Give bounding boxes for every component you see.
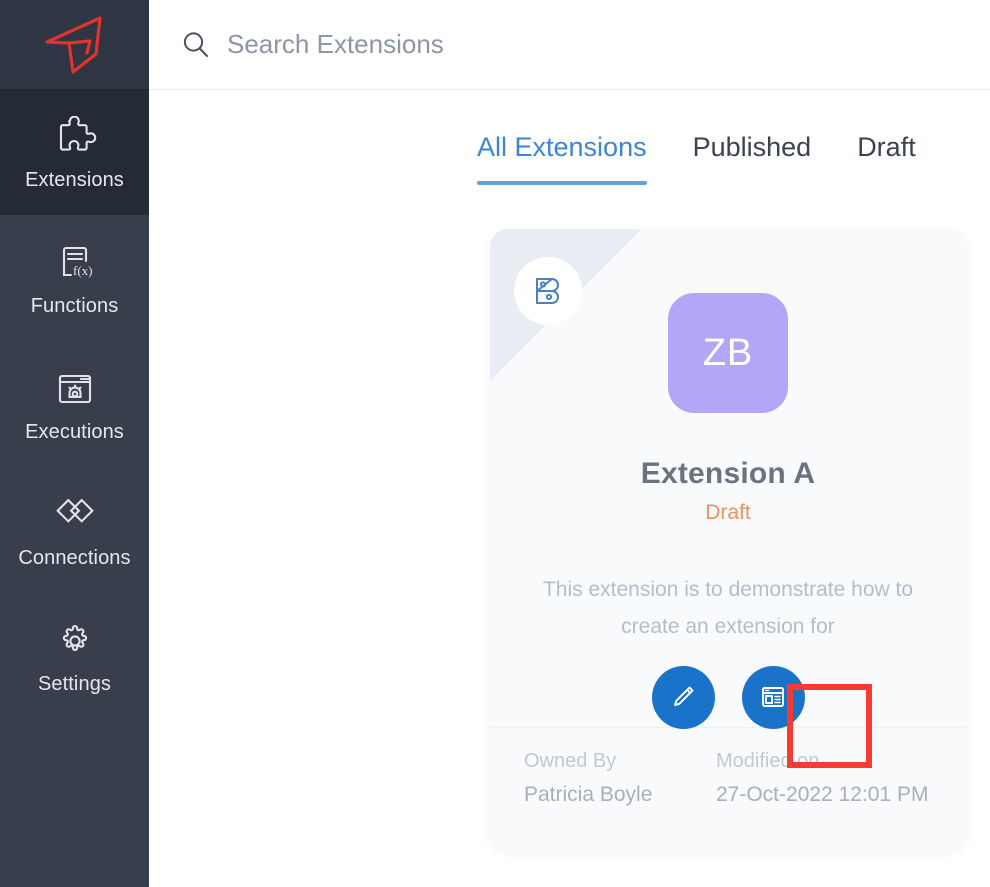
owner-label: Owned By <box>524 750 704 773</box>
sidebar-item-extensions[interactable]: Extensions <box>0 89 149 215</box>
svg-text:f(x): f(x) <box>73 263 93 278</box>
search-icon[interactable] <box>179 28 213 62</box>
owner-block: Owned By Patricia Boyle <box>524 750 704 851</box>
card-footer: Owned By Patricia Boyle Modified on 27-O… <box>490 727 966 851</box>
modified-block: Modified on 27-Oct-2022 12:01 PM <box>716 750 928 851</box>
extension-tabs: All Extensions Published Draft <box>149 90 990 185</box>
extension-description: This extension is to demonstrate how to … <box>535 571 921 646</box>
search-input[interactable] <box>227 29 747 60</box>
tab-all-extensions[interactable]: All Extensions <box>477 132 647 185</box>
gear-icon <box>52 618 98 664</box>
app-root: Extensions f(x) Functions <box>0 0 990 887</box>
extension-card-grid: ZB Extension A Draft This extension is t… <box>149 185 990 887</box>
modified-value: 27-Oct-2022 12:01 PM <box>716 783 928 807</box>
search-bar <box>149 0 990 90</box>
sidebar-item-label: Settings <box>38 674 111 694</box>
sidebar-item-label: Functions <box>31 296 119 316</box>
extension-card[interactable]: ZB Extension A Draft This extension is t… <box>490 229 966 851</box>
edit-button[interactable] <box>652 666 715 729</box>
sidebar-item-label: Connections <box>18 548 130 568</box>
sidebar-item-label: Extensions <box>25 170 124 190</box>
sidebar-item-settings[interactable]: Settings <box>0 593 149 719</box>
tab-label: Draft <box>857 132 916 162</box>
main-content: All Extensions Published Draft <box>149 0 990 887</box>
details-button[interactable] <box>742 666 805 729</box>
app-logo[interactable] <box>0 0 149 89</box>
linked-diamonds-icon <box>52 492 98 538</box>
tab-label: Published <box>693 132 812 162</box>
status-badge: Draft <box>705 501 751 525</box>
window-gear-icon <box>52 366 98 412</box>
puzzle-piece-icon <box>52 114 98 160</box>
sidebar-item-executions[interactable]: Executions <box>0 341 149 467</box>
tab-label: All Extensions <box>477 132 647 162</box>
sidebar-item-connections[interactable]: Connections <box>0 467 149 593</box>
card-actions <box>652 666 805 729</box>
tab-published[interactable]: Published <box>693 132 812 185</box>
sidebar: Extensions f(x) Functions <box>0 0 149 887</box>
boomi-b-icon <box>514 257 582 325</box>
avatar: ZB <box>668 293 788 413</box>
function-fx-icon: f(x) <box>52 240 98 286</box>
page-layout-icon <box>758 682 788 712</box>
tab-draft[interactable]: Draft <box>857 132 916 185</box>
modified-label: Modified on <box>716 750 928 773</box>
sidebar-item-functions[interactable]: f(x) Functions <box>0 215 149 341</box>
avatar-initials: ZB <box>703 332 754 375</box>
owner-value: Patricia Boyle <box>524 783 704 807</box>
pencil-icon <box>668 682 698 712</box>
sidebar-item-label: Executions <box>25 422 124 442</box>
boomi-arrow-logo-icon <box>42 14 108 76</box>
extension-title: Extension A <box>641 457 815 491</box>
